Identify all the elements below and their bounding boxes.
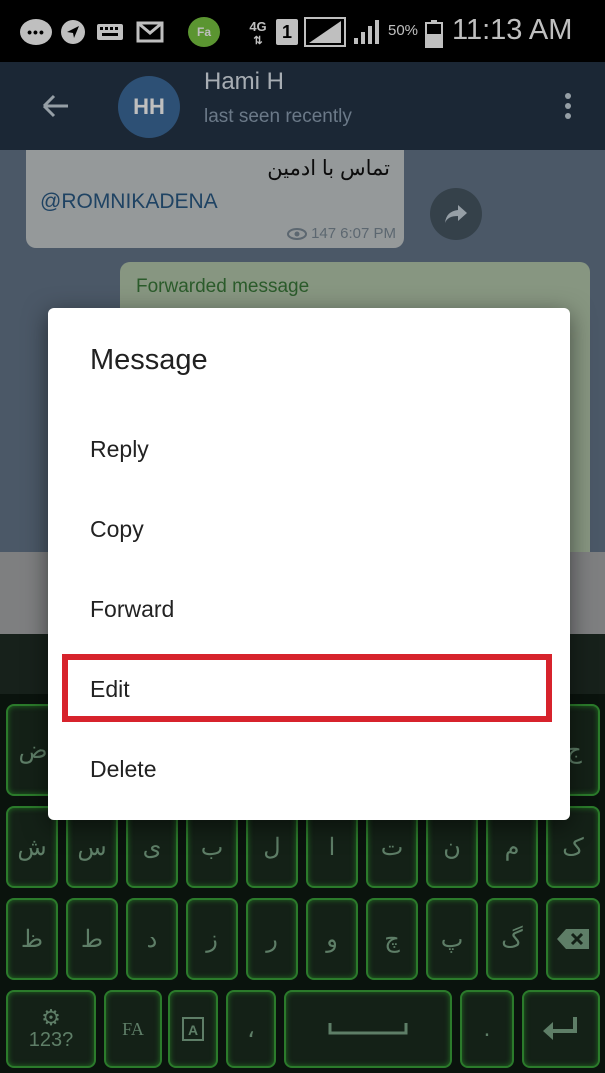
edit-option[interactable]: Edit: [48, 648, 570, 728]
copy-option-label: Copy: [90, 516, 144, 542]
delete-option[interactable]: Delete: [48, 728, 570, 808]
message-options-dialog: Message Reply Copy Forward Edit Delete: [48, 308, 570, 820]
edit-option-label: Edit: [90, 676, 130, 702]
reply-option-label: Reply: [90, 436, 149, 462]
delete-option-label: Delete: [90, 756, 157, 782]
dialog-title: Message: [90, 344, 208, 376]
copy-option[interactable]: Copy: [48, 488, 570, 568]
reply-option[interactable]: Reply: [48, 408, 570, 488]
forward-option-label: Forward: [90, 596, 175, 622]
forward-option[interactable]: Forward: [48, 568, 570, 648]
edit-highlight-box: [62, 654, 552, 722]
